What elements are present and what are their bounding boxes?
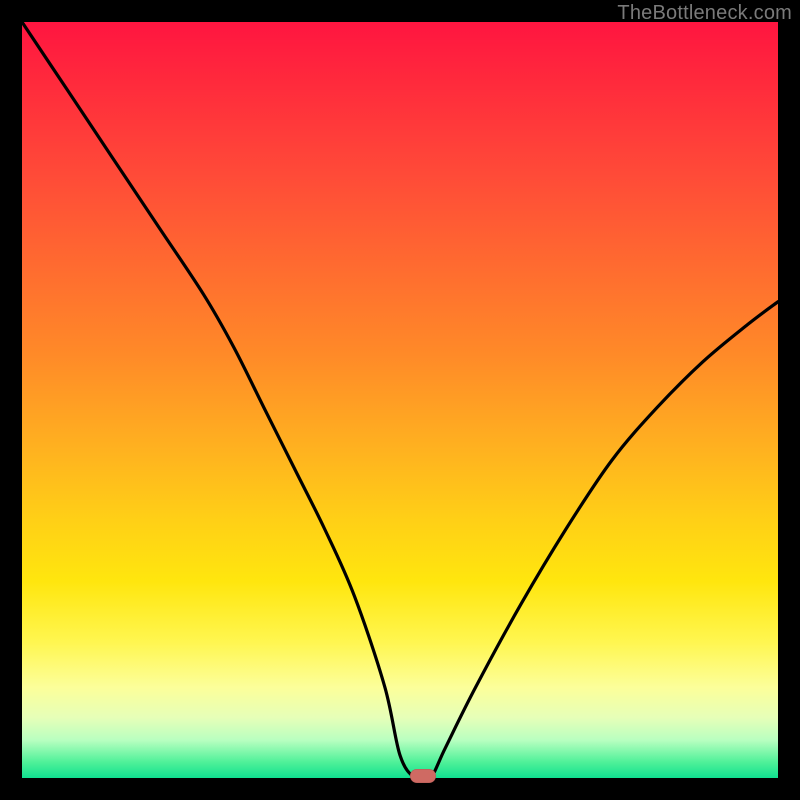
watermark-text: TheBottleneck.com (617, 2, 792, 25)
bottleneck-curve-path (22, 22, 778, 781)
chart-frame: TheBottleneck.com (0, 0, 800, 800)
optimal-point-marker (410, 769, 436, 783)
bottleneck-curve (22, 22, 778, 778)
